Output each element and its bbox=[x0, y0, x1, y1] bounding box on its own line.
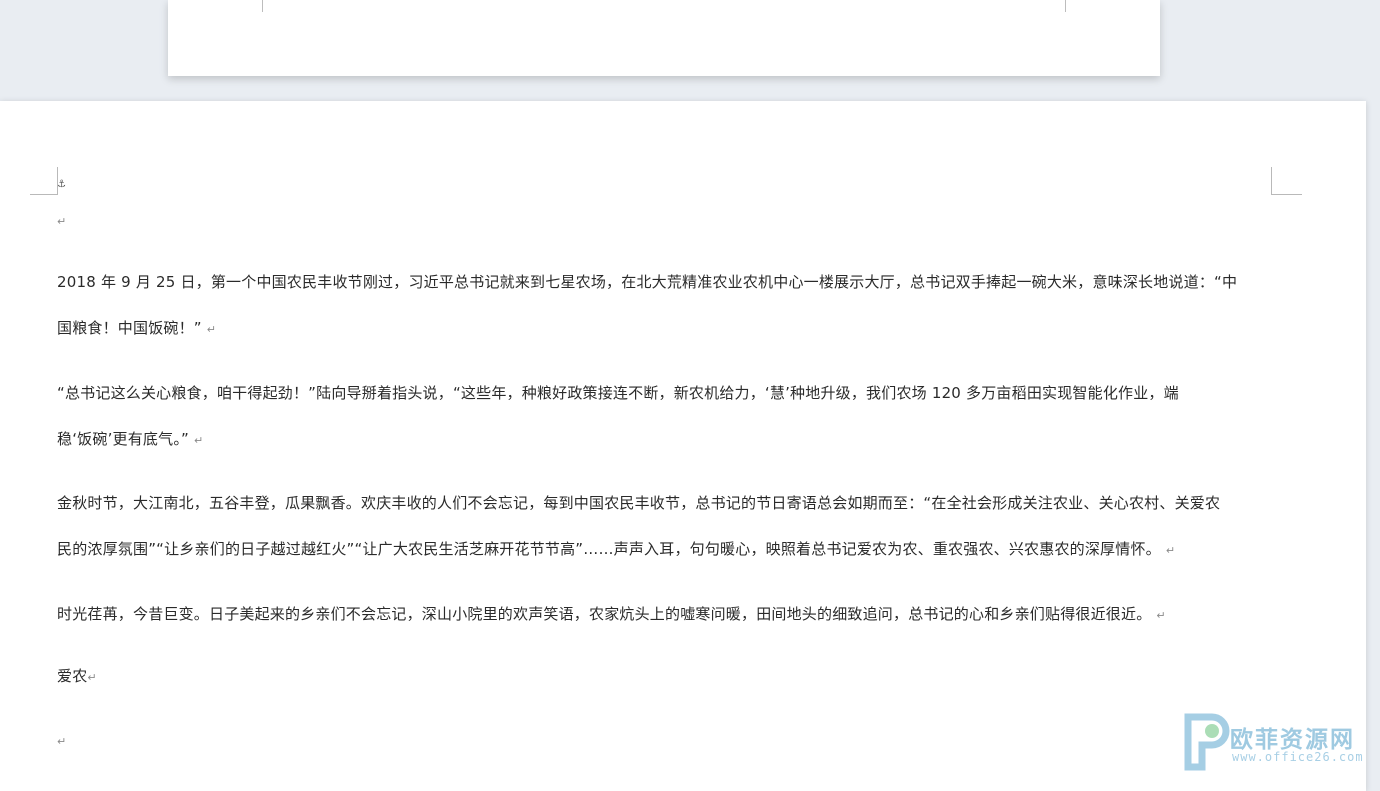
paragraph-3-line-1: 金秋时节，大江南北，五谷丰登，瓜果飘香。欢庆丰收的人们不会忘记，每到中国农民丰收… bbox=[57, 494, 1221, 512]
paragraph-2-line-1: “总书记这么关心粮食，咱干得起劲！”陆向导掰着指头说，“这些年，种粮好政策接连不… bbox=[57, 384, 1179, 402]
paragraph-mark: ↵ bbox=[57, 735, 67, 748]
paragraph-mark: ↵ bbox=[1165, 544, 1176, 557]
margin-corner-top-left bbox=[30, 167, 58, 195]
paragraph-4[interactable]: 时光荏苒，今昔巨变。日子美起来的乡亲们不会忘记，深山小院里的欢声笑语，农家炕头上… bbox=[57, 591, 1275, 637]
paragraph-2[interactable]: “总书记这么关心粮食，咱干得起劲！”陆向导掰着指头说，“这些年，种粮好政策接连不… bbox=[57, 370, 1275, 462]
watermark-url: www.office26.com bbox=[1232, 750, 1364, 764]
anchor-icon: ⚓ bbox=[57, 179, 66, 190]
paragraph-2-line-2: 稳‘饭碗’更有底气。” ↵ bbox=[57, 430, 204, 448]
paragraph-5-line-1: 爱农↵ bbox=[57, 667, 97, 685]
paragraph-5[interactable]: 爱农↵ bbox=[57, 653, 1275, 699]
paragraph-4-line-1: 时光荏苒，今昔巨变。日子美起来的乡亲们不会忘记，深山小院里的欢声笑语，农家炕头上… bbox=[57, 605, 1166, 623]
paragraph-1-line-1: 2018 年 9 月 25 日，第一个中国农民丰收节刚过，习近平总书记就来到七星… bbox=[57, 273, 1238, 291]
document-page[interactable]: ⚓ ↵ 2018 年 9 月 25 日，第一个中国农民丰收节刚过，习近平总书记就… bbox=[0, 101, 1366, 791]
margin-corner-top-right bbox=[1271, 167, 1302, 195]
previous-page-bottom bbox=[168, 0, 1160, 76]
paragraph-mark: ↵ bbox=[206, 323, 217, 336]
watermark: 欧菲资源网 www.office26.com bbox=[1182, 713, 1372, 771]
paragraph-mark: ↵ bbox=[57, 215, 67, 228]
paragraph-3-line-2: 民的浓厚氛围”“让乡亲们的日子越过越红火”“让广大农民生活芝麻开花节节高”……声… bbox=[57, 540, 1176, 558]
paragraph-mark: ↵ bbox=[193, 434, 204, 447]
paragraph-3[interactable]: 金秋时节，大江南北，五谷丰登，瓜果飘香。欢庆丰收的人们不会忘记，每到中国农民丰收… bbox=[57, 480, 1275, 572]
paragraph-1[interactable]: 2018 年 9 月 25 日，第一个中国农民丰收节刚过，习近平总书记就来到七星… bbox=[57, 259, 1275, 351]
paragraph-mark: ↵ bbox=[87, 671, 97, 684]
paragraph-mark: ↵ bbox=[1156, 609, 1166, 622]
paragraph-1-line-2: 国粮食！中国饭碗！” ↵ bbox=[57, 319, 217, 337]
watermark-name: 欧菲资源网 bbox=[1230, 727, 1355, 753]
office26-logo-icon bbox=[1184, 713, 1230, 771]
margin-mark-left bbox=[262, 0, 263, 12]
margin-mark-right bbox=[1065, 0, 1066, 12]
